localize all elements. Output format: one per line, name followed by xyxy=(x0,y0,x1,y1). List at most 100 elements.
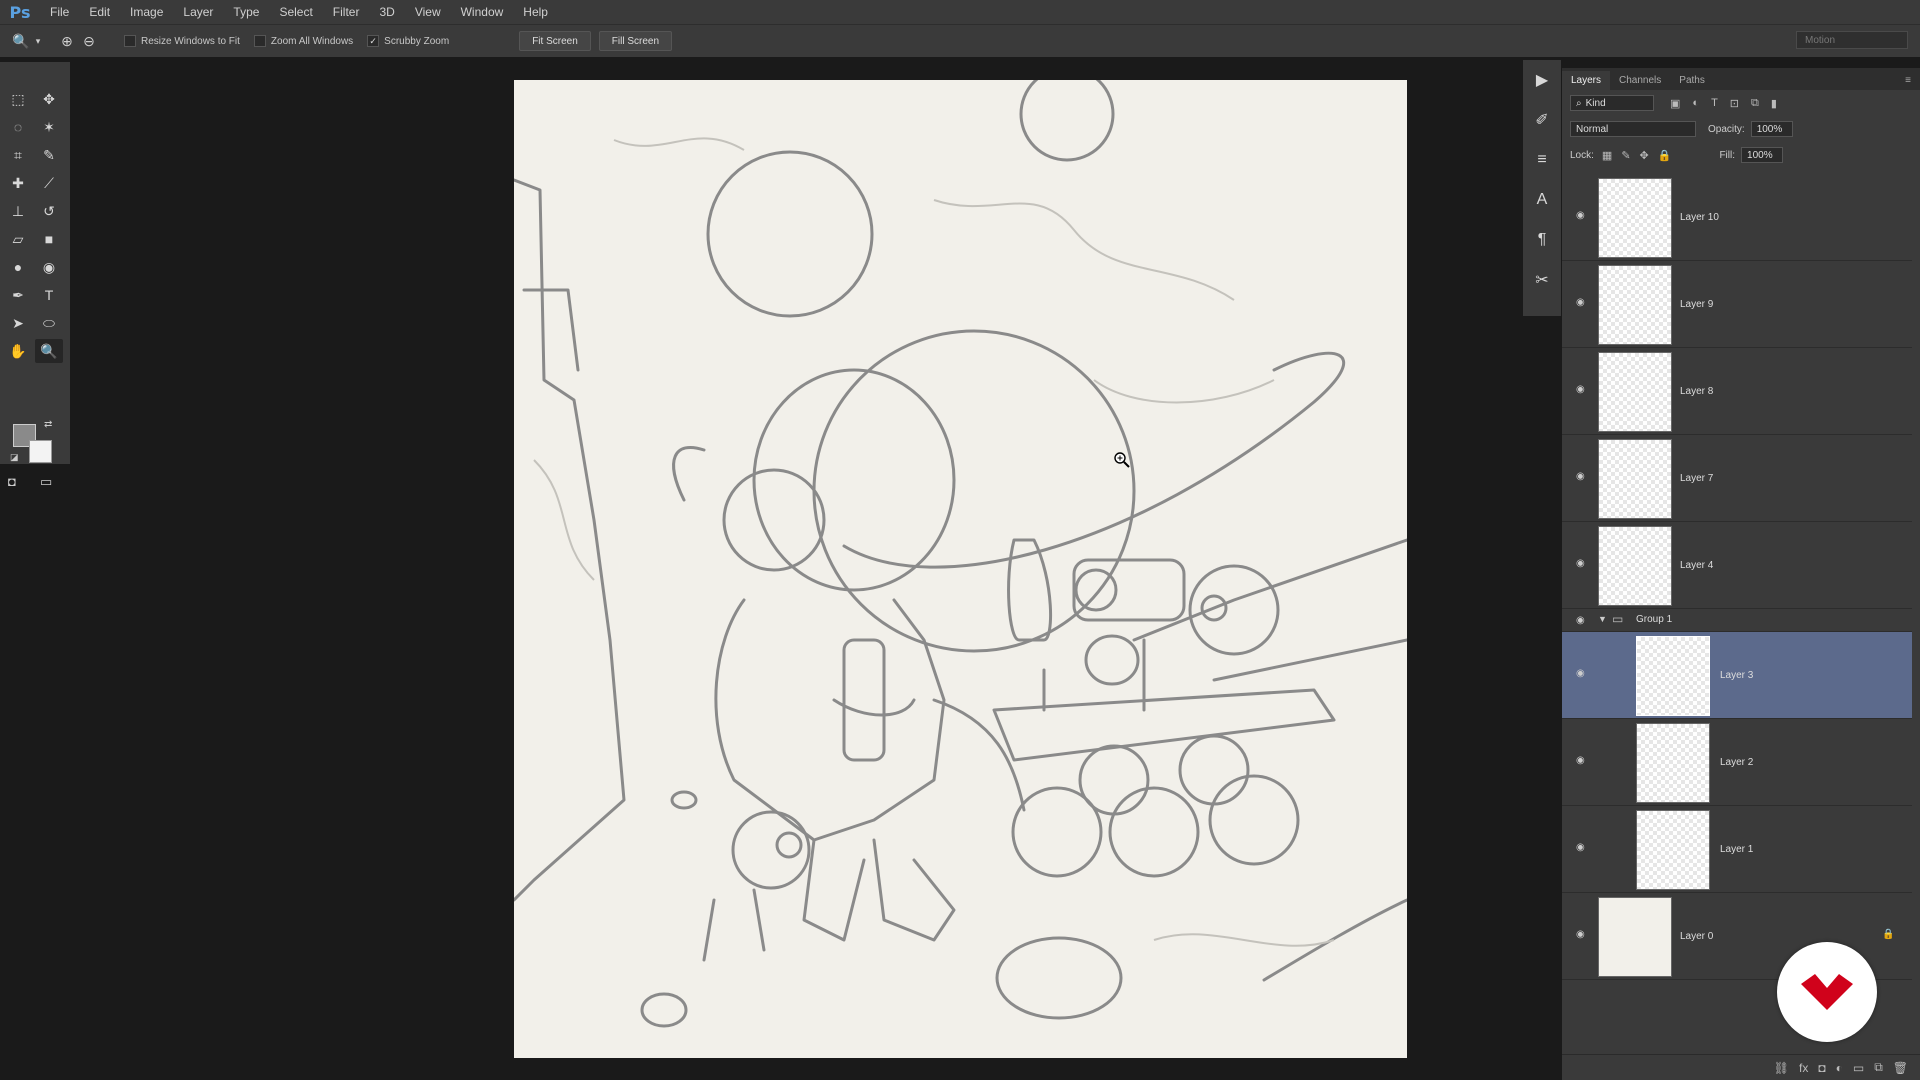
zoom-out-icon[interactable]: ⊖ xyxy=(78,30,100,52)
brush-preset-icon[interactable]: ✐ xyxy=(1523,100,1561,140)
resize-windows-checkbox[interactable]: Resize Windows to Fit xyxy=(124,35,240,47)
layer-row-layer-10[interactable]: ◉ Layer 10 xyxy=(1562,174,1912,261)
visibility-eye-icon[interactable]: ◉ xyxy=(1576,297,1590,308)
healing-brush-tool-icon[interactable]: ✚ xyxy=(4,171,32,195)
blend-mode-select[interactable]: Normal xyxy=(1570,121,1696,137)
layer-row-layer-3[interactable]: ◉ Layer 3 xyxy=(1562,632,1912,719)
visibility-eye-icon[interactable]: ◉ xyxy=(1576,384,1590,395)
layer-row-layer-2[interactable]: ◉ Layer 2 xyxy=(1562,719,1912,806)
menu-layer[interactable]: Layer xyxy=(173,5,223,19)
move-tool-icon[interactable]: ✥ xyxy=(35,87,63,111)
adjustment-layer-icon[interactable]: ◐ xyxy=(1836,1061,1843,1075)
delete-layer-icon[interactable]: 🗑 xyxy=(1893,1061,1908,1075)
shape-filter-icon[interactable]: ⊡ xyxy=(1730,97,1739,110)
panel-menu-icon[interactable]: ≡ xyxy=(1896,71,1920,90)
zoom-all-windows-checkbox[interactable]: Zoom All Windows xyxy=(253,35,353,47)
lock-pixels-icon[interactable]: ✎ xyxy=(1621,149,1630,162)
character-panel-icon[interactable]: A xyxy=(1523,180,1561,220)
zoom-in-icon[interactable]: ⊕ xyxy=(56,30,78,52)
menu-edit[interactable]: Edit xyxy=(79,5,120,19)
layer-row-layer-9[interactable]: ◉ Layer 9 xyxy=(1562,261,1912,348)
hand-tool-icon[interactable]: ✋ xyxy=(4,339,32,363)
paragraph-panel-icon[interactable]: ¶ xyxy=(1523,220,1561,260)
menu-window[interactable]: Window xyxy=(451,5,514,19)
fill-input[interactable]: 100% xyxy=(1741,147,1784,163)
scrubby-zoom-checkbox[interactable]: ✓ Scrubby Zoom xyxy=(367,35,449,47)
visibility-eye-icon[interactable]: ◉ xyxy=(1576,929,1590,940)
visibility-eye-icon[interactable]: ◉ xyxy=(1576,668,1590,679)
add-mask-icon[interactable]: ◘ xyxy=(1818,1061,1825,1075)
layer-style-fx-icon[interactable]: fx xyxy=(1799,1061,1808,1075)
visibility-eye-icon[interactable]: ◉ xyxy=(1576,615,1590,626)
actions-play-icon[interactable]: ▶ xyxy=(1523,60,1561,100)
menu-help[interactable]: Help xyxy=(513,5,558,19)
expand-triangle-icon[interactable]: ▼ xyxy=(1598,614,1607,624)
visibility-eye-icon[interactable]: ◉ xyxy=(1576,471,1590,482)
layer-row-layer-8[interactable]: ◉ Layer 8 xyxy=(1562,348,1912,435)
fill-value: 100% xyxy=(1747,149,1773,161)
clone-stamp-tool-icon[interactable]: ⊥ xyxy=(4,199,32,223)
fit-screen-button[interactable]: Fit Screen xyxy=(519,31,591,51)
gradient-tool-icon[interactable]: ■ xyxy=(35,227,63,251)
lock-position-icon[interactable]: ✥ xyxy=(1640,149,1649,162)
zoom-tool-icon[interactable]: 🔍 xyxy=(35,339,63,363)
tab-layers[interactable]: Layers xyxy=(1562,71,1611,90)
adjustments-icon[interactable]: ≡ xyxy=(1523,140,1561,180)
menu-type[interactable]: Type xyxy=(223,5,269,19)
layer-row-layer-7[interactable]: ◉ Layer 7 xyxy=(1562,435,1912,522)
path-selection-tool-icon[interactable]: ➤ xyxy=(4,311,32,335)
quick-mask-icon[interactable]: ◘ xyxy=(8,474,16,489)
checkbox-box-checked: ✓ xyxy=(367,35,380,47)
workspace-select[interactable]: Motion xyxy=(1796,31,1908,49)
visibility-eye-icon[interactable]: ◉ xyxy=(1576,755,1590,766)
menu-select[interactable]: Select xyxy=(269,5,322,19)
menu-3d[interactable]: 3D xyxy=(369,5,404,19)
tool-presets-icon[interactable]: ✂ xyxy=(1523,260,1561,300)
eraser-tool-icon[interactable]: ▱ xyxy=(4,227,32,251)
lock-transparent-icon[interactable]: ▦ xyxy=(1602,149,1612,162)
eyedropper-tool-icon[interactable]: ✎ xyxy=(35,143,63,167)
visibility-eye-icon[interactable]: ◉ xyxy=(1576,842,1590,853)
layer-row-layer-1[interactable]: ◉ Layer 1 xyxy=(1562,806,1912,893)
fill-screen-button[interactable]: Fill Screen xyxy=(598,31,673,51)
crop-tool-icon[interactable]: ⌗ xyxy=(4,143,32,167)
brush-tool-icon[interactable]: ⟋ xyxy=(35,171,63,195)
default-colors-icon[interactable]: ◪ xyxy=(10,452,19,463)
opacity-input[interactable]: 100% xyxy=(1750,121,1793,137)
history-brush-tool-icon[interactable]: ↺ xyxy=(35,199,63,223)
ellipse-tool-icon[interactable]: ⬭ xyxy=(35,311,63,335)
zoom-tool-preset-icon[interactable]: 🔍 xyxy=(10,30,32,52)
tab-paths[interactable]: Paths xyxy=(1670,71,1714,90)
adjustment-filter-icon[interactable]: ◐ xyxy=(1692,97,1699,110)
layer-row-layer-4[interactable]: ◉ Layer 4 xyxy=(1562,522,1912,609)
lasso-tool-icon[interactable]: ◌ xyxy=(4,115,32,139)
link-layers-icon[interactable]: ⛓ xyxy=(1774,1061,1789,1075)
pen-tool-icon[interactable]: ✒ xyxy=(4,283,32,307)
visibility-eye-icon[interactable]: ◉ xyxy=(1576,558,1590,569)
menu-image[interactable]: Image xyxy=(120,5,173,19)
document-canvas[interactable] xyxy=(514,80,1407,1058)
dodge-tool-icon[interactable]: ◉ xyxy=(35,255,63,279)
new-layer-icon[interactable]: ⧉ xyxy=(1874,1060,1883,1075)
chevron-down-icon[interactable]: ▾ xyxy=(32,30,44,52)
magic-wand-tool-icon[interactable]: ✶ xyxy=(35,115,63,139)
type-tool-icon[interactable]: T xyxy=(35,283,63,307)
background-color-swatch[interactable] xyxy=(29,440,52,463)
new-group-icon[interactable]: ▭ xyxy=(1853,1061,1864,1075)
tab-channels[interactable]: Channels xyxy=(1610,71,1670,90)
kind-filter-select[interactable]: ⌕ Kind xyxy=(1570,95,1654,111)
lock-all-icon[interactable]: 🔒 xyxy=(1658,149,1672,162)
swap-colors-icon[interactable]: ⇄ xyxy=(44,419,52,430)
screen-mode-icon[interactable]: ▭ xyxy=(40,474,52,490)
filter-toggle-icon[interactable]: ▮ xyxy=(1771,97,1777,110)
menu-filter[interactable]: Filter xyxy=(323,5,370,19)
type-filter-icon[interactable]: T xyxy=(1711,97,1718,110)
menu-file[interactable]: File xyxy=(40,5,79,19)
menu-view[interactable]: View xyxy=(405,5,451,19)
visibility-eye-icon[interactable]: ◉ xyxy=(1576,210,1590,221)
smart-object-filter-icon[interactable]: ⧉ xyxy=(1751,97,1759,110)
pixel-filter-icon[interactable]: ▣ xyxy=(1670,97,1680,110)
layer-group-row[interactable]: ◉ ▼ ▭ Group 1 xyxy=(1562,609,1912,632)
blur-tool-icon[interactable]: ● xyxy=(4,255,32,279)
marquee-tool-icon[interactable]: ⬚ xyxy=(4,87,32,111)
